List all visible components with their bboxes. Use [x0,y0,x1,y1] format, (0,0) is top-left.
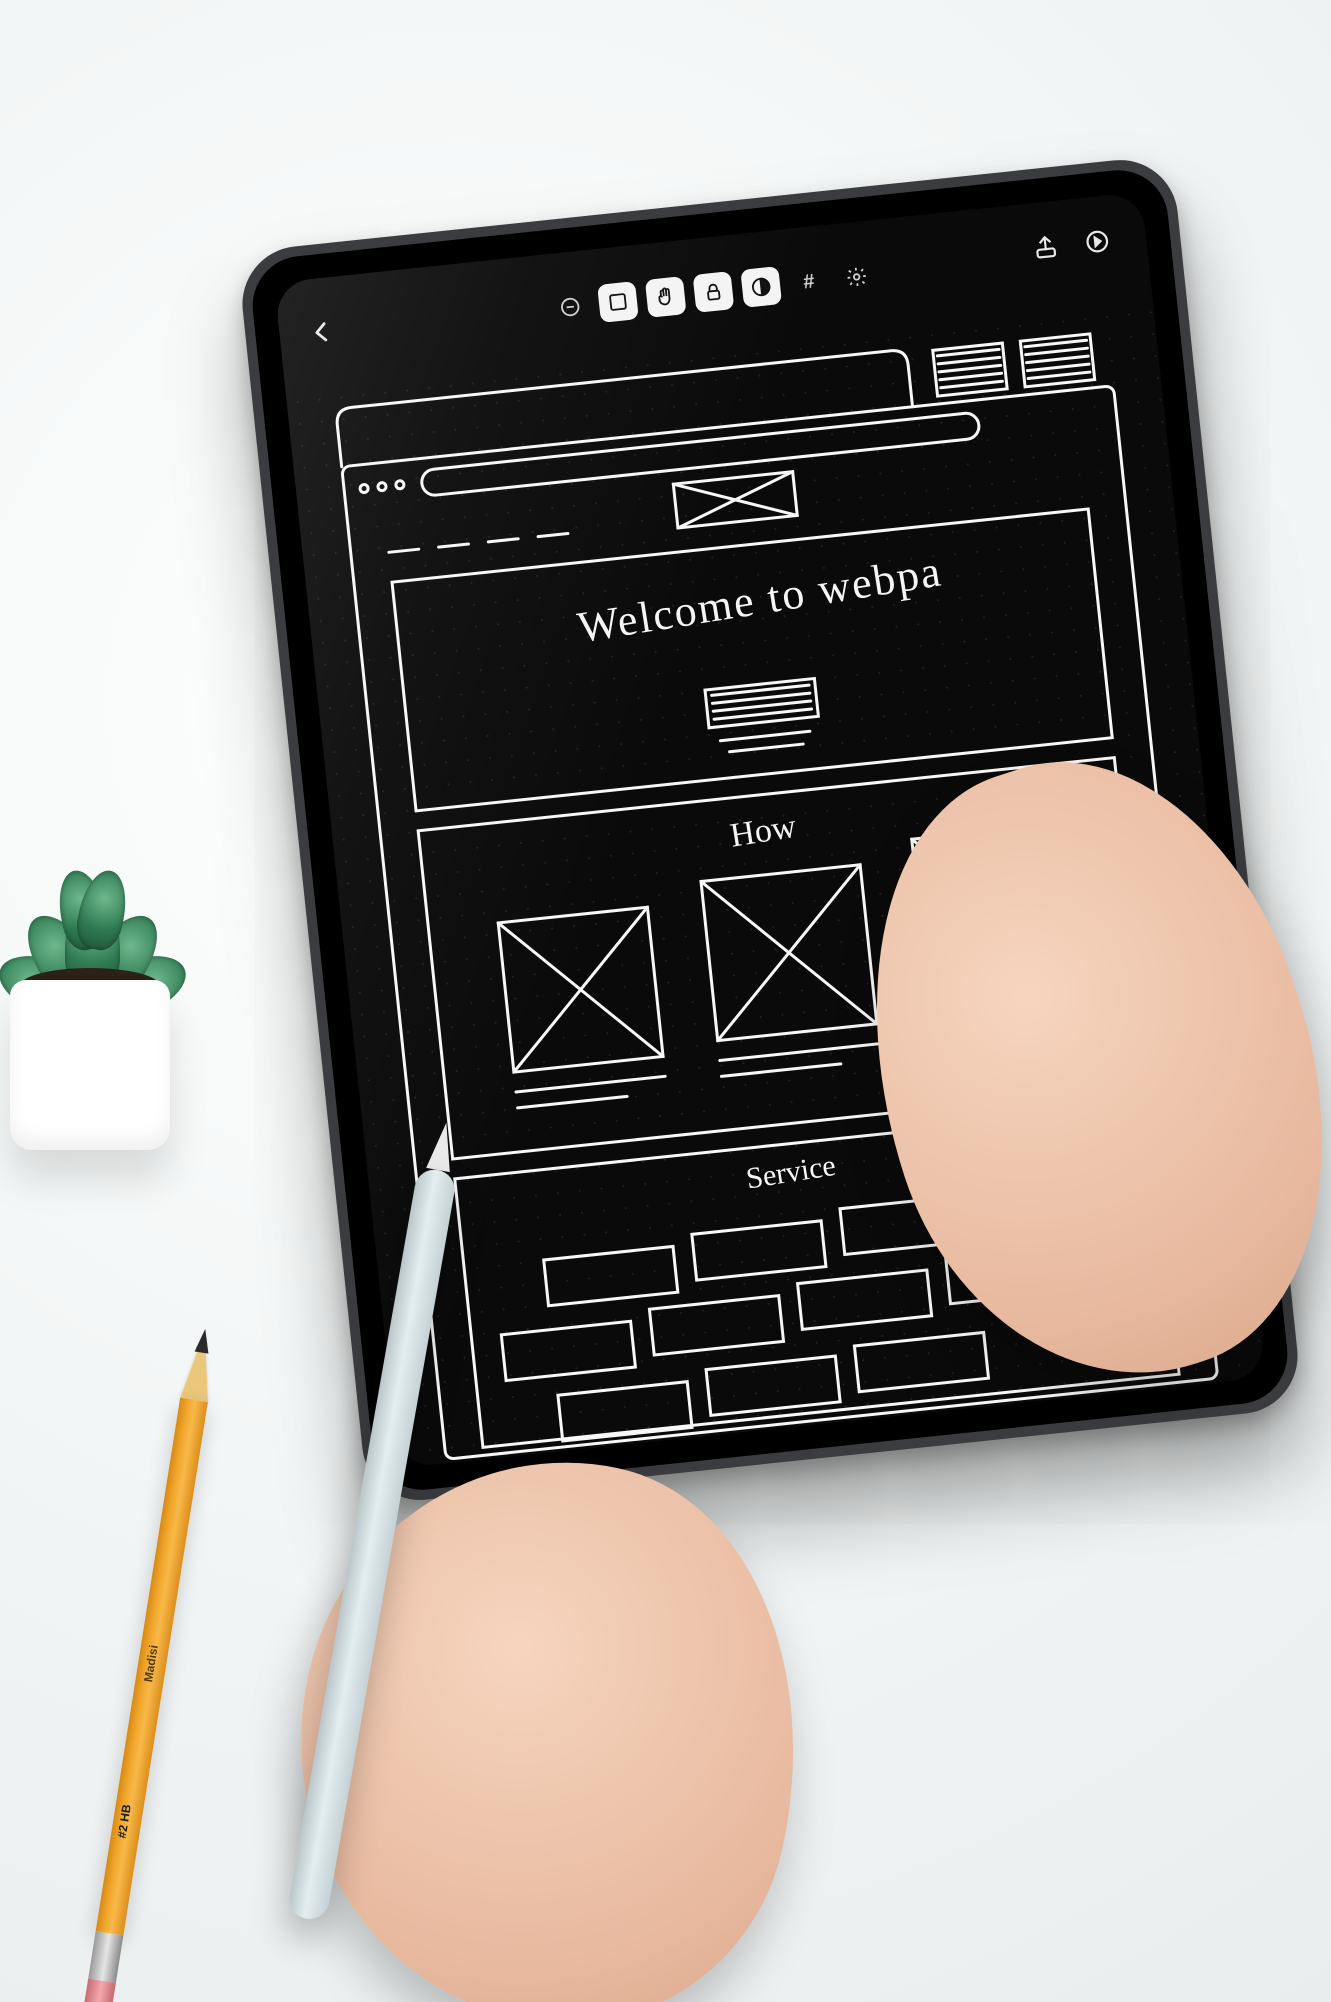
wooden-pencil: Madisi #2 HB [80,1398,208,2002]
tab-thumb-1 [933,343,1007,396]
export-icon[interactable] [1081,225,1114,258]
toolbar: # [549,256,877,328]
succulent-plant [0,820,240,1180]
shapes-button[interactable] [597,281,639,323]
undo-button[interactable] [549,286,591,328]
grid-glyph: # [802,270,815,294]
tab-thumb-2 [1020,334,1094,387]
topright-actions [1029,225,1114,263]
contrast-button[interactable] [740,266,782,308]
share-icon[interactable] [1029,231,1062,264]
grid-button[interactable]: # [788,261,830,303]
back-button[interactable] [306,317,338,356]
plant-pot [10,980,170,1150]
lock-button[interactable] [693,271,735,313]
settings-button[interactable] [836,256,878,298]
photo-scene: Madisi #2 HB [0,0,1331,2002]
hand-tool-button[interactable] [645,276,687,318]
